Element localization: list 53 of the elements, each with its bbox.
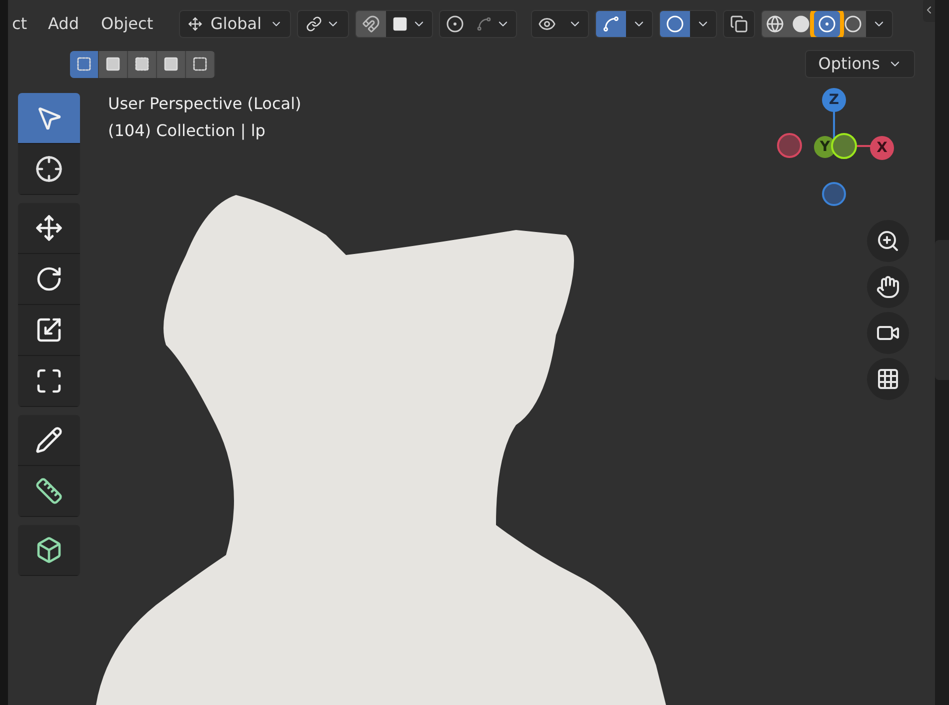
x-axis-handle[interactable]: X — [870, 136, 894, 160]
ruler-icon — [35, 477, 63, 505]
falloff-curve-icon — [476, 16, 492, 32]
pencil-icon — [35, 426, 63, 454]
shading-dropdown[interactable] — [866, 11, 892, 37]
half-shaded-sphere-icon — [818, 15, 836, 33]
menu-item[interactable]: Add — [40, 12, 87, 36]
wireframe-sphere-icon — [766, 15, 784, 33]
z-axis-handle[interactable]: Z — [822, 88, 846, 112]
target-circle-icon — [446, 15, 464, 33]
viewport-info-text: (104) Collection | lp — [108, 120, 266, 142]
rotate-icon — [35, 265, 63, 293]
scale-icon — [35, 316, 63, 344]
camera-view-button[interactable] — [867, 312, 909, 354]
shading-mode-button[interactable] — [814, 11, 840, 37]
transform-icon — [35, 367, 63, 395]
projection-toggle-button[interactable] — [867, 358, 909, 400]
options-dropdown[interactable]: Options — [805, 50, 915, 78]
pivot-dropdown[interactable] — [297, 10, 350, 38]
solid-sphere-icon — [792, 15, 810, 33]
magnet-icon — [362, 15, 380, 33]
orientation-dropdown[interactable]: Global — [179, 10, 292, 38]
crosshair-icon — [35, 155, 63, 183]
cube-icon — [35, 536, 63, 564]
zoom-button[interactable] — [867, 220, 909, 262]
menu-item[interactable]: ct — [12, 12, 34, 36]
menu-item[interactable]: Object — [92, 12, 162, 36]
toggle-button[interactable] — [724, 11, 754, 37]
eye-icon — [538, 15, 556, 33]
select-mode-button[interactable] — [70, 50, 99, 78]
pan-button[interactable] — [867, 266, 909, 308]
toggle-button[interactable] — [440, 11, 470, 37]
zoom-icon — [876, 229, 900, 253]
toggle-button[interactable] — [532, 11, 562, 37]
shaded-sphere-icon — [844, 15, 862, 33]
toggle-button[interactable] — [356, 11, 386, 37]
sidebar-toggle[interactable] — [923, 0, 935, 22]
grid-icon — [876, 367, 900, 391]
square-icon — [392, 16, 408, 32]
dashed-square-icon — [76, 56, 92, 72]
tool-button[interactable] — [18, 93, 80, 144]
toggle-button[interactable] — [660, 11, 690, 37]
hand-icon — [876, 275, 900, 299]
negative-z-axis-handle[interactable] — [822, 182, 846, 206]
negative-x-axis-handle[interactable] — [777, 133, 802, 158]
viewport-info-text: User Perspective (Local) — [108, 93, 302, 115]
link-icon — [306, 16, 322, 32]
move-arrows-icon — [35, 214, 63, 242]
negative-y-axis-handle[interactable] — [831, 133, 857, 159]
curve-arrow-icon — [602, 15, 620, 33]
options-dropdown[interactable] — [386, 11, 432, 37]
stacked-squares-icon — [730, 15, 748, 33]
toggle-button[interactable] — [596, 11, 626, 37]
